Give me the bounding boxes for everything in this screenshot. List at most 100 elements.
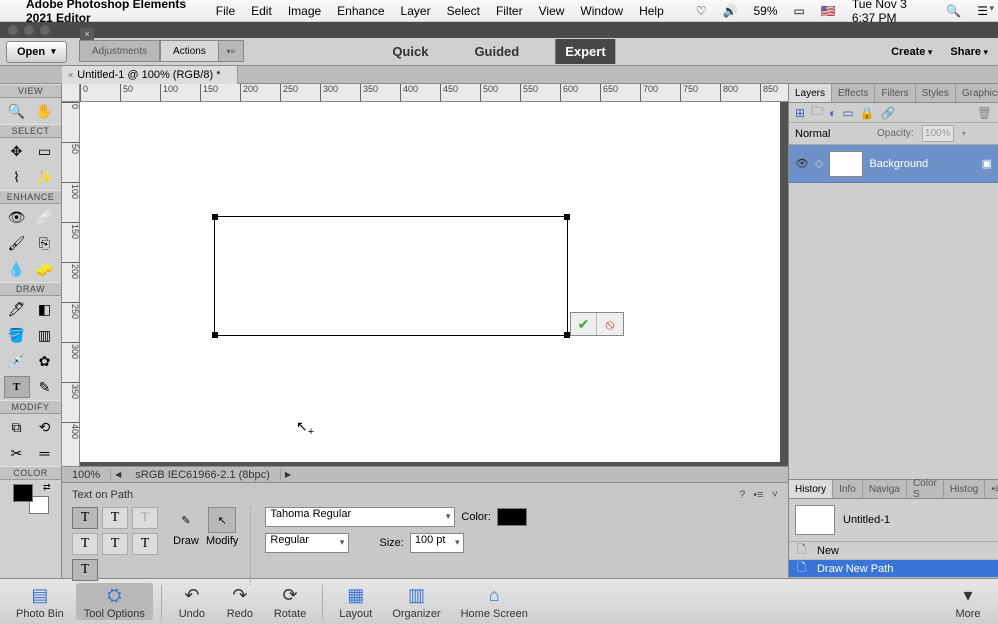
history-row[interactable]: 🗋 Draw New Path	[789, 560, 998, 578]
tab-effects[interactable]: Effects	[832, 84, 875, 102]
traffic-min-icon[interactable]	[24, 25, 34, 35]
sponge-tool[interactable]: 🧽	[32, 258, 58, 280]
swap-colors-icon[interactable]: ⇄	[43, 482, 51, 493]
handle-icon[interactable]	[212, 214, 218, 220]
gradient-tool[interactable]: ▥	[32, 324, 58, 346]
warp-type-icon[interactable]: T	[72, 559, 98, 581]
straighten-tool[interactable]: ═	[32, 442, 58, 464]
ruler-vertical[interactable]: 050100150200250300350400	[62, 102, 80, 466]
menu-image[interactable]: Image	[288, 4, 321, 18]
tab-layers[interactable]: Layers	[789, 84, 832, 102]
handle-icon[interactable]	[564, 214, 570, 220]
organizer-button[interactable]: ▥Organizer	[384, 583, 448, 620]
preset-menu-icon[interactable]: •≡	[753, 489, 763, 501]
vertical-type-icon[interactable]: T	[102, 507, 128, 529]
tool-options-button[interactable]: ⛭Tool Options	[76, 583, 153, 620]
recompose-tool[interactable]: ⟲	[32, 416, 58, 438]
flag-icon[interactable]: 🇺🇸	[821, 4, 836, 18]
layout-button[interactable]: ▦Layout	[331, 583, 380, 620]
menu-layer[interactable]: Layer	[401, 4, 431, 18]
foreground-swatch[interactable]	[13, 484, 33, 502]
lasso-tool[interactable]: ⌇	[4, 166, 30, 188]
tab-filters[interactable]: Filters	[875, 84, 915, 102]
ruler-origin[interactable]	[62, 84, 80, 102]
layer-thumb[interactable]	[829, 151, 863, 177]
move-tool[interactable]: ✥	[4, 140, 30, 162]
menu-view[interactable]: View	[539, 4, 565, 18]
shape-tool[interactable]: ✿	[32, 350, 58, 372]
mode-expert[interactable]: Expert	[555, 39, 615, 64]
visibility-icon[interactable]: 👁	[795, 157, 809, 170]
blend-mode-select[interactable]: Normal	[795, 128, 869, 140]
tab-histogram[interactable]: Histog	[944, 480, 985, 498]
menu-edit[interactable]: Edit	[251, 4, 272, 18]
color-swatches[interactable]: ⇄	[11, 482, 51, 516]
new-layer-icon[interactable]: ⊞	[795, 106, 805, 120]
menu-filter[interactable]: Filter	[496, 4, 523, 18]
history-row[interactable]: 🗋 New	[789, 542, 998, 560]
search-icon[interactable]: 🔍	[946, 4, 961, 18]
menu-enhance[interactable]: Enhance	[337, 4, 384, 18]
control-center-icon[interactable]: ☰	[977, 4, 988, 18]
font-family-select[interactable]: Tahoma Regular	[265, 507, 455, 527]
tab-info[interactable]: Info	[833, 480, 863, 498]
tab-swatches[interactable]: Color S	[907, 480, 944, 498]
clock[interactable]: Tue Nov 3 6:37 PM	[852, 0, 930, 25]
wifi-icon[interactable]: ♡	[696, 4, 707, 18]
adjustment-icon[interactable]: ◐	[829, 106, 836, 120]
blur-tool[interactable]: 💧	[4, 258, 30, 280]
font-weight-select[interactable]: Regular	[265, 533, 349, 553]
cancel-button[interactable]: ⦸	[597, 313, 623, 335]
document-tab[interactable]: × Untitled-1 @ 100% (RGB/8) *	[62, 66, 238, 84]
panel-tab-close-icon[interactable]: ×	[80, 28, 94, 40]
type-on-shape-icon[interactable]: T	[102, 533, 128, 555]
eraser-tool[interactable]: ◧	[32, 298, 58, 320]
brush-tool[interactable]: 🖌	[4, 232, 30, 254]
text-path-shape[interactable]	[214, 216, 568, 336]
lock-pixels-icon[interactable]: ◇	[815, 157, 823, 170]
history-snapshot[interactable]: Untitled-1	[789, 499, 998, 542]
crop-tool[interactable]: ⧉	[4, 416, 30, 438]
paint-tool[interactable]: 🖊	[4, 298, 30, 320]
picker-tool[interactable]: 💉	[4, 350, 30, 372]
cookie-tool[interactable]: ✂	[4, 442, 30, 464]
opacity-stepper-icon[interactable]: ▾	[962, 129, 966, 138]
opacity-value[interactable]: 100%	[922, 125, 954, 142]
fill-tool[interactable]: 🪣	[4, 324, 30, 346]
undo-button[interactable]: ↶Undo	[170, 583, 214, 620]
menu-help[interactable]: Help	[639, 4, 664, 18]
menu-window[interactable]: Window	[580, 4, 623, 18]
modify-path-icon[interactable]: ↖	[208, 507, 236, 533]
menu-select[interactable]: Select	[447, 4, 480, 18]
spot-tool[interactable]: 🩹	[32, 206, 58, 228]
locked-icon[interactable]: ▣	[982, 157, 992, 170]
commit-button[interactable]: ✔	[571, 313, 597, 335]
canvas-viewport[interactable]: ✔ ⦸ ↖+	[80, 102, 788, 466]
help-icon[interactable]: ?	[739, 489, 745, 501]
layer-row[interactable]: 👁 ◇ Background ▣	[789, 145, 998, 183]
open-button[interactable]: Open	[6, 41, 67, 63]
hand-tool[interactable]: ✋	[32, 100, 58, 122]
rotate-button[interactable]: ⟳Rotate	[266, 583, 314, 620]
tab-actions[interactable]: Actions	[160, 40, 219, 62]
photo-bin-button[interactable]: ▤Photo Bin	[8, 583, 72, 620]
link-icon[interactable]: 🔗	[881, 106, 896, 120]
close-icon[interactable]: ×	[68, 70, 73, 80]
pencil-tool[interactable]: ✎	[32, 376, 58, 398]
font-size-select[interactable]: 100 pt	[410, 533, 465, 553]
tab-navigator[interactable]: Naviga	[863, 480, 907, 498]
horizontal-type-icon[interactable]: T	[72, 507, 98, 529]
new-group-icon[interactable]: 🗀	[811, 102, 823, 123]
next-icon[interactable]: ▶	[281, 470, 295, 479]
prev-icon[interactable]: ◀	[111, 470, 125, 479]
tab-adjustments[interactable]: Adjustments	[79, 40, 160, 62]
tab-styles[interactable]: Styles	[916, 84, 956, 102]
tab-history[interactable]: History	[789, 480, 833, 498]
mode-quick[interactable]: Quick	[382, 39, 438, 64]
redo-button[interactable]: ↷Redo	[218, 583, 262, 620]
home-button[interactable]: ⌂Home Screen	[453, 583, 536, 620]
draw-path-icon[interactable]: ✎	[172, 507, 200, 533]
create-button[interactable]: Create	[891, 46, 932, 58]
trash-icon[interactable]: 🗑	[977, 106, 992, 120]
clone-tool[interactable]: ⎘	[32, 232, 58, 254]
